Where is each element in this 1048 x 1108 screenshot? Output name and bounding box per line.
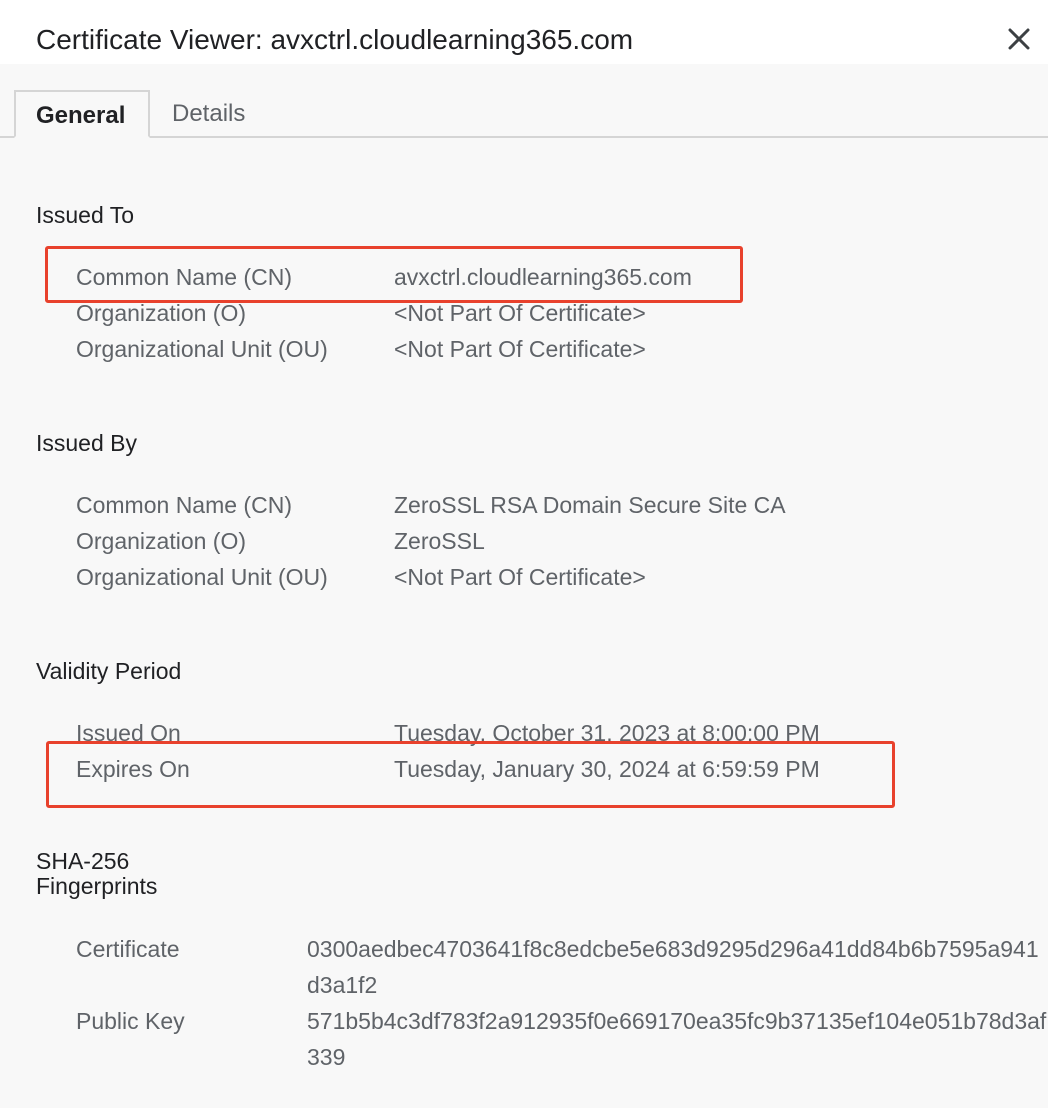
issued-by-cn-label: Common Name (CN) <box>76 492 292 518</box>
issued-by-heading: Issued By <box>36 430 137 456</box>
issued-to-o-value: <Not Part Of Certificate> <box>394 300 646 326</box>
public-key-fingerprint-label: Public Key <box>76 1008 185 1034</box>
window-title: Certificate Viewer: avxctrl.cloudlearnin… <box>36 24 634 55</box>
issued-to-heading: Issued To <box>36 202 135 228</box>
issued-by-ou-value: <Not Part Of Certificate> <box>394 564 646 590</box>
issued-on-label: Issued On <box>76 720 181 746</box>
expires-on-label: Expires On <box>76 756 190 782</box>
fingerprints-heading-line2: Fingerprints <box>36 873 158 899</box>
issued-to-ou-value: <Not Part Of Certificate> <box>394 336 646 362</box>
issued-by-o-label: Organization (O) <box>76 528 247 554</box>
certificate-fingerprint-label: Certificate <box>76 936 180 962</box>
tab-details[interactable]: Details <box>152 90 265 138</box>
public-key-fingerprint-value: 571b5b4c3df783f2a912935f0e669170ea35fc9b… <box>307 1008 1047 1070</box>
expires-on-value: Tuesday, January 30, 2024 at 6:59:59 PM <box>394 756 820 782</box>
close-icon <box>1008 28 1030 50</box>
issued-by-ou-label: Organizational Unit (OU) <box>76 564 328 590</box>
certificate-fingerprint-value: 0300aedbec4703641f8c8edcbe5e683d9295d296… <box>307 936 1039 998</box>
validity-heading: Validity Period <box>36 658 182 684</box>
issued-by-o-value: ZeroSSL <box>394 528 485 554</box>
tab-general[interactable]: General <box>14 90 150 138</box>
issued-to-o-label: Organization (O) <box>76 300 247 326</box>
issued-on-value: Tuesday, October 31, 2023 at 8:00:00 PM <box>394 720 820 746</box>
close-button[interactable] <box>1004 24 1036 56</box>
issued-by-cn-value: ZeroSSL RSA Domain Secure Site CA <box>394 492 786 518</box>
issued-to-cn-label: Common Name (CN) <box>76 264 292 290</box>
fingerprints-heading-line1: SHA-256 <box>36 848 130 874</box>
issued-to-ou-label: Organizational Unit (OU) <box>76 336 328 362</box>
issued-to-cn-value: avxctrl.cloudlearning365.com <box>394 264 692 290</box>
